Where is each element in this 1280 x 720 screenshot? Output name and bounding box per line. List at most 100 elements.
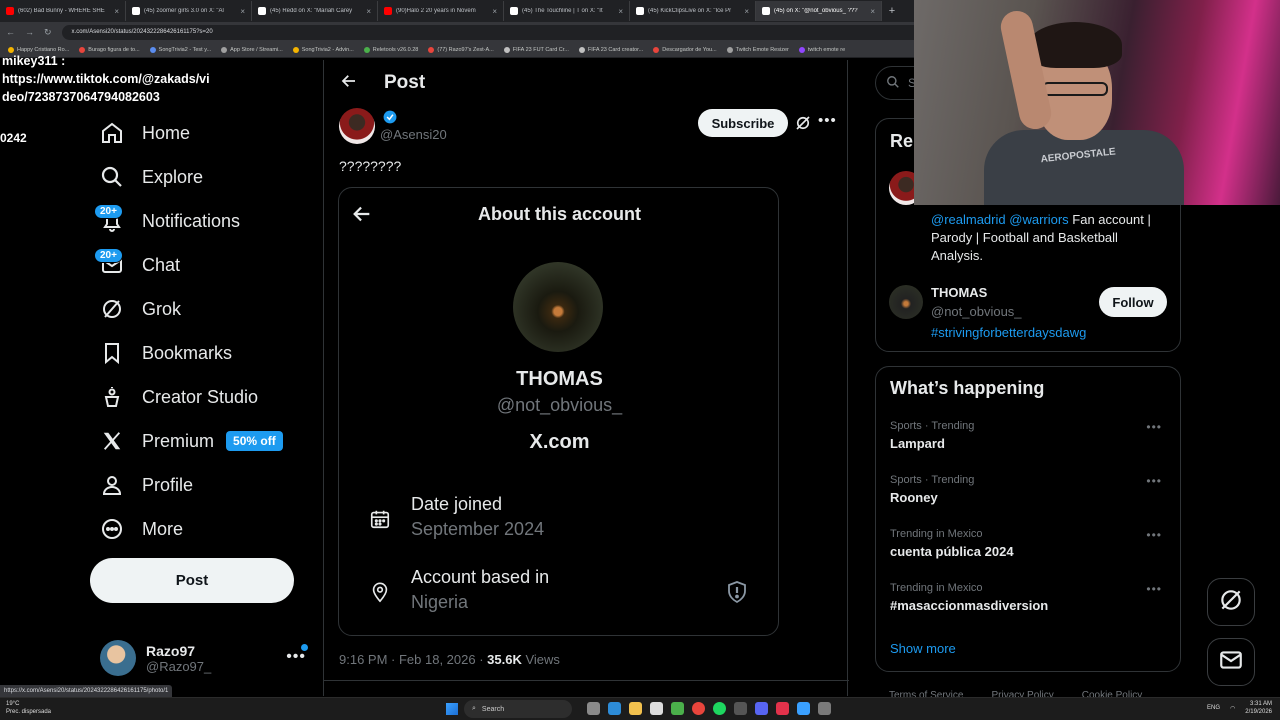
about-account-card[interactable]: About this account THOMAS @not_obvious_ … (338, 187, 779, 636)
mention-link[interactable]: @realmadrid (931, 212, 1006, 227)
mention-link[interactable]: @warriors (1009, 212, 1068, 227)
trend-item[interactable]: Trending in Mexico #masaccionmasdiversio… (890, 582, 1170, 613)
close-tab-icon[interactable]: × (744, 7, 749, 16)
whats-happening-panel: What’s happening Sports · Trending Lampa… (875, 366, 1181, 672)
close-tab-icon[interactable]: × (618, 7, 623, 16)
subscribe-button[interactable]: Subscribe (698, 109, 788, 137)
browser-tab[interactable]: (45) The Touchline | T on X: "It × (504, 1, 630, 21)
bookmark-label: twitch emote re (807, 46, 846, 53)
nav-grok[interactable]: Grok (100, 294, 181, 324)
follow-button[interactable]: Follow (1099, 287, 1167, 317)
wifi-icon[interactable]: ◠ (1230, 705, 1235, 712)
date-joined-label: Date joined (411, 494, 503, 514)
nav-bookmarks[interactable]: Bookmarks (100, 338, 232, 368)
spotify-icon[interactable] (713, 702, 726, 715)
bookmark-item[interactable]: (77) Razo97's Zest-A... (428, 46, 494, 53)
bookmark-item[interactable]: Descargador de You... (653, 46, 717, 53)
app-icon[interactable] (797, 702, 810, 715)
trend-item[interactable]: Sports · Trending Lampard ••• (890, 420, 1170, 451)
app-icon[interactable] (671, 702, 684, 715)
more-circle-icon (100, 517, 124, 541)
nav-profile[interactable]: Profile (100, 470, 193, 500)
bookmark-item[interactable]: App Store / Streami... (221, 46, 283, 53)
nav-explore[interactable]: Explore (100, 162, 203, 192)
nav-more[interactable]: More (100, 514, 183, 544)
bookmark-label: FIFA 23 FUT Card Cr... (512, 46, 569, 53)
close-tab-icon[interactable]: × (870, 7, 875, 16)
hashtag-link[interactable]: #strivingforbetterdaysdawg (931, 325, 1086, 340)
app-icon[interactable] (734, 702, 747, 715)
task-view-icon[interactable] (587, 702, 600, 715)
browser-tab-active[interactable]: (45) on X: "@not_obvious_ ??? × (756, 1, 882, 21)
back-arrow-icon[interactable] (340, 72, 358, 95)
account-display-name: THOMAS (516, 368, 603, 390)
bookmark-favicon-icon (363, 46, 370, 53)
trend-item[interactable]: Sports · Trending Rooney ••• (890, 474, 1170, 505)
close-tab-icon[interactable]: × (366, 7, 371, 16)
author-avatar[interactable] (339, 108, 375, 144)
creator-studio-icon (100, 385, 124, 409)
bookmark-icon (100, 341, 124, 365)
trend-name: cuenta pública 2024 (890, 544, 1014, 559)
new-tab-button[interactable]: + (882, 5, 902, 17)
calendar-icon (369, 508, 393, 532)
post-button[interactable]: Post (90, 558, 294, 603)
reload-icon[interactable]: ↻ (44, 27, 52, 38)
chrome-icon[interactable] (692, 702, 705, 715)
forward-icon[interactable]: → (25, 27, 34, 37)
more-options-icon[interactable]: ••• (818, 112, 837, 129)
main-column: Post @Asensi20 Subscribe ••• ???????? Ab… (323, 60, 849, 696)
bookmark-item[interactable]: Twitch Emote Resizer (726, 46, 789, 53)
close-tab-icon[interactable]: × (240, 7, 245, 16)
close-tab-icon[interactable]: × (492, 7, 497, 16)
views-label: Views (525, 652, 560, 667)
taskbar-search[interactable]: ⌕ Search (464, 700, 572, 718)
clock[interactable]: 3:31 AM 2/19/2026 (1245, 700, 1272, 716)
bookmark-item[interactable]: FIFA 23 Card creator... (578, 46, 643, 53)
post-timestamp[interactable]: 9:16 PM · Feb 18, 2026 · (339, 652, 484, 667)
browser-tab[interactable]: (45) Redd on X: "Mariah Carey × (252, 1, 378, 21)
bookmark-favicon-icon (726, 46, 733, 53)
show-more-link[interactable]: Show more (890, 641, 956, 656)
browser-tab[interactable]: (90)Halo 2 20 years in Novem × (378, 1, 504, 21)
more-dots-icon[interactable]: ••• (1146, 528, 1162, 542)
profile-name[interactable]: THOMAS (931, 285, 987, 300)
start-button[interactable] (446, 703, 458, 715)
trend-item[interactable]: Trending in Mexico cuenta pública 2024 •… (890, 528, 1170, 559)
app-icon[interactable] (818, 702, 831, 715)
grok-icon[interactable] (794, 114, 812, 132)
browser-tab[interactable]: (45) KickClipsLive on X: "Ice Pr × (630, 1, 756, 21)
nav-more-label: More (142, 518, 184, 539)
nav-home[interactable]: Home (100, 118, 190, 148)
url-field[interactable]: x.com/Asensi20/status/202432228642616117… (61, 24, 922, 40)
browser-tab[interactable]: (602) Bad Bunny - WHERE SHE × (0, 1, 126, 21)
trend-meta: Sports · Trending (890, 474, 975, 486)
more-dots-icon[interactable]: ••• (1146, 420, 1162, 434)
post-text: ???????? (339, 158, 402, 174)
bookmark-item[interactable]: Reletools v26.0.28 (363, 46, 418, 53)
more-dots-icon[interactable]: ••• (1146, 474, 1162, 488)
discord-icon[interactable] (755, 702, 768, 715)
close-tab-icon[interactable]: × (114, 7, 119, 16)
store-icon[interactable] (650, 702, 663, 715)
bookmark-item[interactable]: twitch emote re (798, 46, 846, 53)
bookmark-item[interactable]: FIFA 23 FUT Card Cr... (503, 46, 569, 53)
account-switcher[interactable]: Razo97 @Razo97_ ••• (100, 638, 310, 678)
nav-premium[interactable]: Premium 50% off (100, 426, 283, 456)
app-icon[interactable] (776, 702, 789, 715)
more-dots-icon[interactable]: ••• (1146, 582, 1162, 596)
weather-widget[interactable]: 19°C Prec. dispersada (6, 700, 51, 716)
language-indicator[interactable]: ENG (1207, 705, 1220, 711)
nav-creator-studio[interactable]: Creator Studio (100, 382, 258, 412)
avatar[interactable] (889, 285, 923, 319)
more-dots-icon[interactable]: ••• (286, 648, 306, 666)
file-explorer-icon[interactable] (629, 702, 642, 715)
messages-fab-button[interactable] (1207, 638, 1255, 686)
back-icon[interactable]: ← (6, 27, 15, 37)
grok-fab-button[interactable] (1207, 578, 1255, 626)
browser-tab[interactable]: (45) zoomer girls 3.0 on X: "Al × (126, 1, 252, 21)
bookmark-item[interactable]: SongTrivia2 - Advin... (292, 46, 354, 53)
shield-icon[interactable] (725, 580, 749, 604)
author-handle[interactable]: @Asensi20 (380, 127, 447, 142)
edge-icon[interactable] (608, 702, 621, 715)
